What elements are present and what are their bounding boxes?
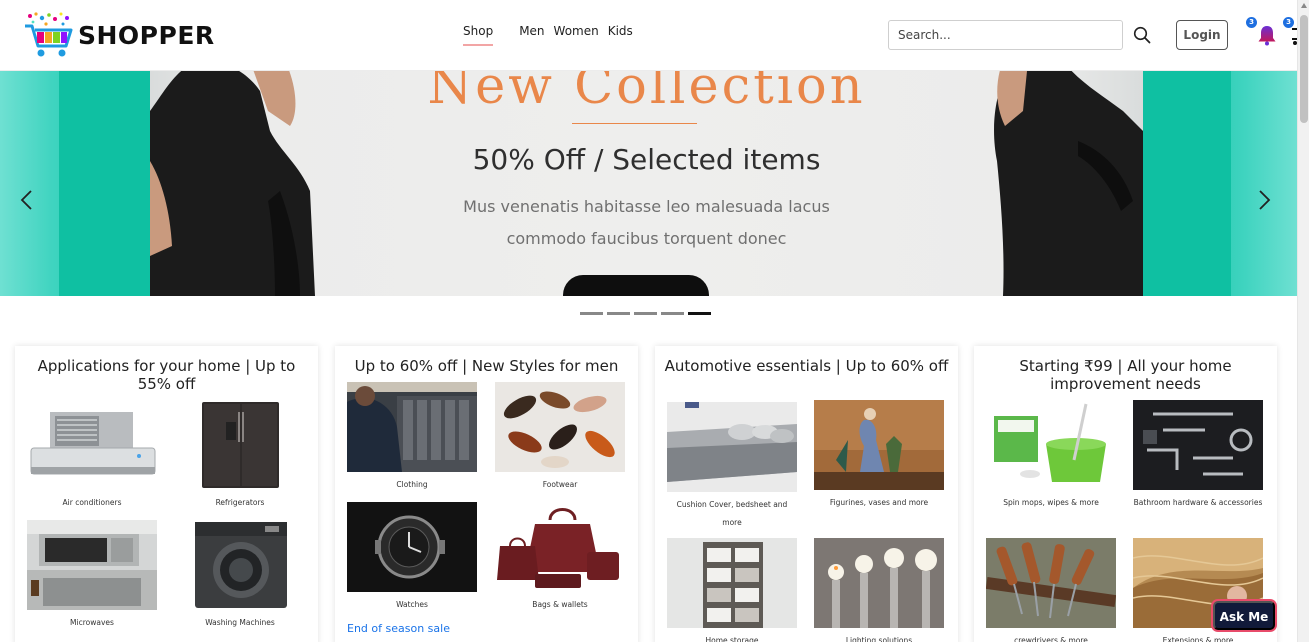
mop-image (986, 400, 1116, 490)
tile-caption: Refrigerators (215, 498, 265, 507)
search-icon[interactable] (1133, 26, 1151, 44)
cart-logo-icon (25, 12, 73, 57)
main-nav: Shop Men Women Kids (463, 24, 633, 46)
notification-badge: 3 (1246, 17, 1257, 28)
watch-image (347, 502, 477, 592)
tile-lighting[interactable]: Lighting solutions (814, 538, 944, 642)
hero-shop-button[interactable] (563, 275, 709, 296)
card-home-appliances: Applications for your home | Up to 55% o… (15, 346, 318, 642)
tile-screwdrivers[interactable]: crewdrivers & more (985, 538, 1117, 642)
tile-caption: Air conditioners (62, 498, 122, 507)
nav-kids[interactable]: Kids (608, 24, 633, 46)
card-title: Automotive essentials | Up to 60% off (664, 357, 949, 375)
tile-caption: Watches (396, 600, 428, 609)
carousel-dot[interactable] (661, 312, 684, 315)
cart-badge: 3 (1283, 17, 1294, 28)
carousel-dot[interactable] (607, 312, 630, 315)
carousel-dot[interactable] (580, 312, 603, 315)
tile-caption: Lighting solutions (845, 636, 913, 642)
brand-logo[interactable]: SHOPPER (22, 10, 215, 60)
nav-women[interactable]: Women (554, 24, 599, 46)
tile-caption: Bathroom hardware & accessories (1133, 498, 1263, 507)
air-conditioner-image (27, 400, 157, 490)
ask-me-chat-button[interactable]: Ask Me (1213, 601, 1275, 630)
tile-microwaves[interactable]: Microwaves (27, 520, 157, 632)
hero-slide: New Collection 50% Off / Selected items … (59, 71, 1231, 296)
search-input[interactable] (888, 20, 1123, 50)
bedsheet-image (667, 402, 797, 492)
bags-image (495, 502, 625, 592)
hero-carousel[interactable]: New Collection 50% Off / Selected items … (0, 71, 1297, 296)
tile-clothing[interactable]: Clothing (347, 382, 477, 494)
tile-spin-mops[interactable]: Spin mops, wipes & more (986, 400, 1116, 512)
tile-caption: Microwaves (70, 618, 114, 627)
hero-banner: New Collection 50% Off / Selected items … (150, 71, 1143, 296)
bell-icon[interactable] (1255, 23, 1279, 47)
tile-watches[interactable]: Watches (347, 502, 477, 614)
carousel-indicators (580, 312, 715, 315)
scroll-up-arrow-icon[interactable] (1301, 3, 1307, 8)
page-scrollbar[interactable] (1297, 0, 1309, 642)
site-header: SHOPPER Shop Men Women Kids Login 3 3 (0, 0, 1309, 71)
chevron-left-icon[interactable] (16, 189, 38, 211)
card-title: Applications for your home | Up to 55% o… (37, 357, 296, 393)
carousel-dot-active[interactable] (688, 312, 711, 315)
page: SHOPPER Shop Men Women Kids Login 3 3 (0, 0, 1309, 642)
tile-figurines[interactable]: Figurines, vases and more (814, 400, 944, 512)
nav-shop[interactable]: Shop (463, 24, 494, 46)
card-title: Starting ₹99 | All your home improvement… (1019, 357, 1232, 393)
card-home-improvement: Starting ₹99 | All your home improvement… (974, 346, 1277, 642)
tile-cushion-covers[interactable]: Cushion Cover, bedsheet and more (667, 402, 797, 532)
card-title: Up to 60% off | New Styles for men (354, 357, 619, 375)
clothing-image (347, 382, 477, 472)
tile-home-storage[interactable]: Home storage (667, 538, 797, 642)
login-button[interactable]: Login (1176, 20, 1228, 50)
footwear-image (495, 382, 625, 472)
hero-divider (572, 123, 697, 124)
bathroom-hardware-image (1133, 400, 1263, 490)
brand-name: SHOPPER (78, 20, 215, 50)
carousel-dot[interactable] (634, 312, 657, 315)
tile-air-conditioners[interactable]: Air conditioners (27, 400, 157, 512)
tile-caption: Footwear (542, 480, 578, 489)
tile-bags-wallets[interactable]: Bags & wallets (495, 502, 625, 614)
tile-caption: Clothing (396, 480, 428, 489)
tile-caption: crewdrivers & more (1014, 636, 1088, 642)
card-automotive-essentials: Automotive essentials | Up to 60% off Cu… (655, 346, 958, 642)
model-right-image (994, 71, 1143, 296)
tile-caption: Cushion Cover, bedsheet and more (676, 500, 788, 527)
microwave-image (27, 520, 157, 610)
scrollbar-thumb[interactable] (1300, 15, 1308, 123)
end-of-season-sale-link[interactable]: End of season sale (347, 622, 450, 635)
tile-footwear[interactable]: Footwear (495, 382, 625, 494)
nav-men[interactable]: Men (519, 24, 544, 46)
refrigerator-image (175, 400, 305, 490)
tile-caption: Washing Machines (205, 618, 275, 627)
storage-image (667, 538, 797, 628)
tile-caption: Extensions & more (1162, 636, 1234, 642)
tile-washing-machines[interactable]: Washing Machines (175, 520, 305, 632)
tile-bathroom-hardware[interactable]: Bathroom hardware & accessories (1133, 400, 1263, 512)
chevron-right-icon[interactable] (1253, 189, 1275, 211)
tile-caption: Bags & wallets (532, 600, 588, 609)
washing-machine-image (175, 520, 305, 610)
card-mens-styles: Up to 60% off | New Styles for men Cloth… (335, 346, 638, 642)
screwdriver-image (985, 538, 1117, 628)
figurine-image (814, 400, 944, 490)
tile-caption: Figurines, vases and more (829, 498, 929, 507)
tile-caption: Home storage (705, 636, 759, 642)
tile-caption: Spin mops, wipes & more (1003, 498, 1099, 507)
tile-refrigerators[interactable]: Refrigerators (175, 400, 305, 512)
lighting-image (814, 538, 944, 628)
